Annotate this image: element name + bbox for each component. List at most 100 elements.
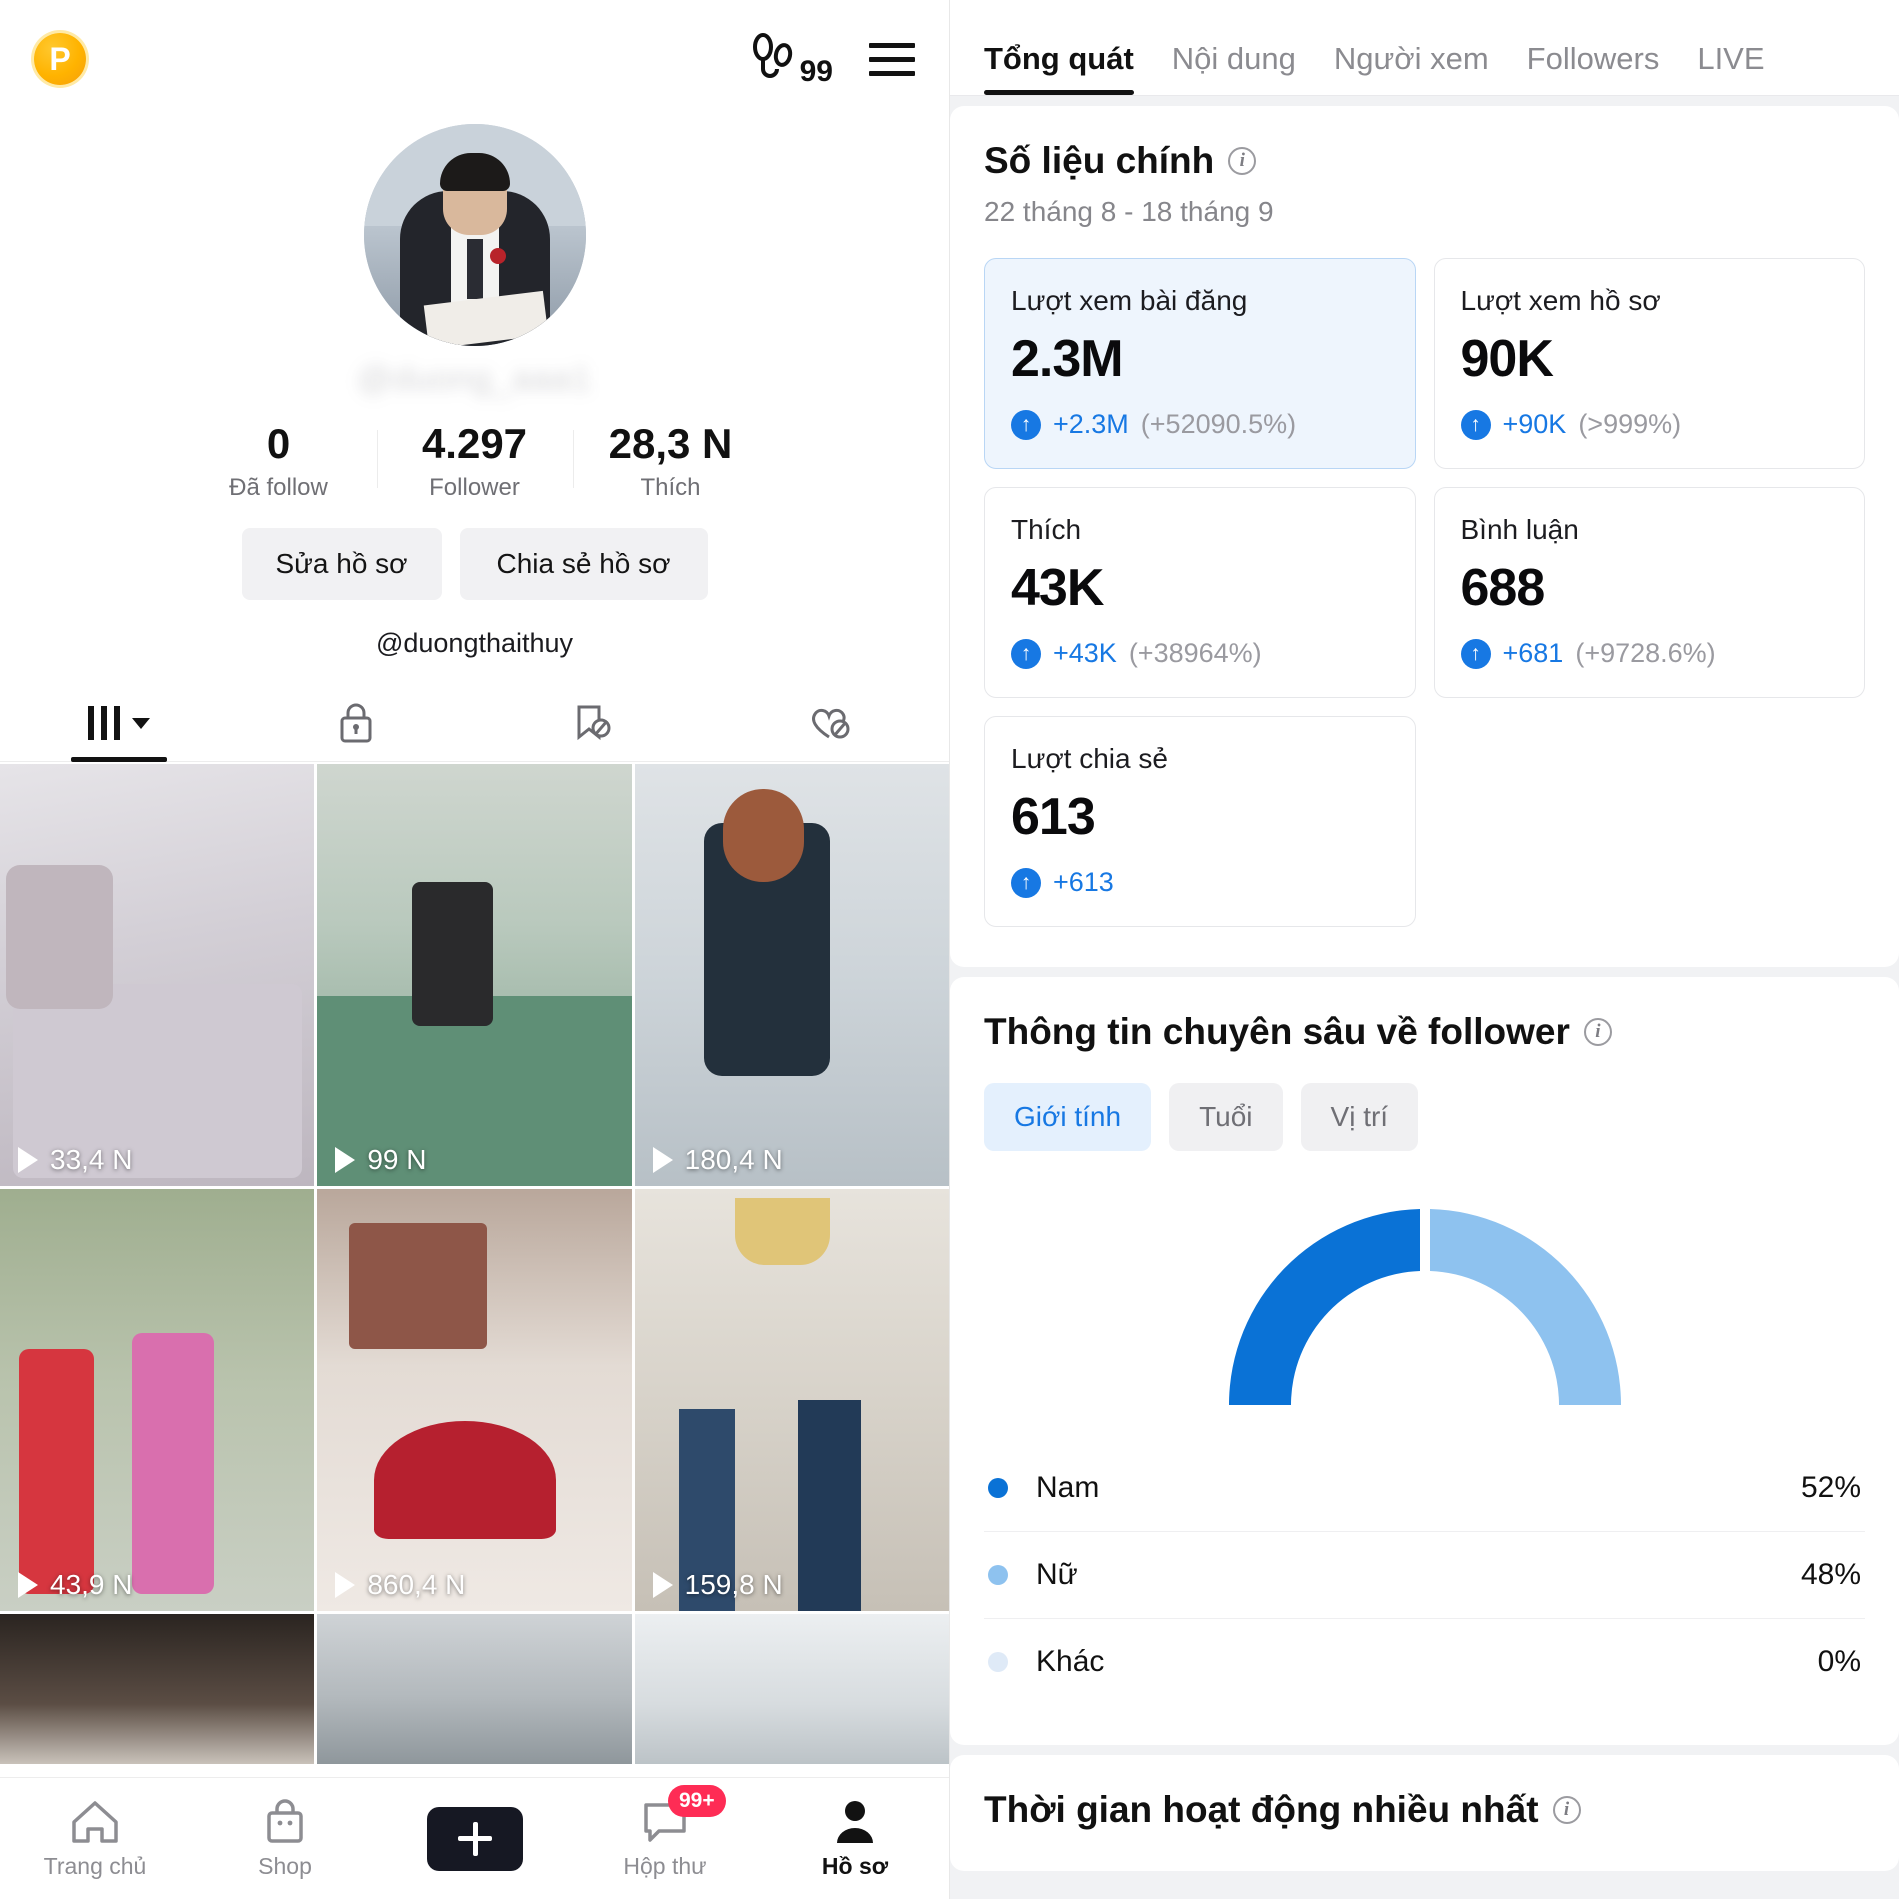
metric-value: 90K [1460, 330, 1554, 388]
video-thumbnail[interactable] [317, 1614, 632, 1765]
bookmark-hidden-icon [577, 705, 611, 741]
pill-tuoi[interactable]: Tuổi [1169, 1083, 1283, 1151]
active-times-title: Thời gian hoạt động nhiều nhất i [984, 1789, 1865, 1831]
nav-inbox[interactable]: 99+ Hộp thư [590, 1785, 740, 1880]
metric-label: Lượt xem hồ sơ [1460, 285, 1661, 316]
stat-following[interactable]: 0 Đã follow [181, 420, 377, 502]
arrow-up-icon: ↑ [1011, 638, 1041, 669]
header-actions: 99 [752, 31, 915, 87]
metric-delta: ↑ +2.3M (+52090.5%) [1011, 409, 1389, 440]
edit-profile-button[interactable]: Sửa hồ sơ [241, 528, 442, 601]
key-metrics-title-text: Số liệu chính [984, 140, 1215, 181]
stat-label: Follower [429, 474, 520, 502]
follower-insights-section: Thông tin chuyên sâu về follower i Giới … [950, 977, 1899, 1745]
tab-saved[interactable] [475, 685, 712, 761]
nav-shop[interactable]: Shop [210, 1797, 360, 1880]
metric-value: 613 [1011, 788, 1096, 846]
legend-label: Nữ [1036, 1558, 1078, 1591]
share-profile-button[interactable]: Chia sẻ hồ sơ [459, 528, 708, 601]
legend-label: Khác [1036, 1645, 1105, 1678]
home-icon [72, 1801, 118, 1843]
follower-insights-title: Thông tin chuyên sâu về follower i [984, 1011, 1865, 1053]
video-thumbnail[interactable] [0, 1614, 315, 1765]
profile-visitors-button[interactable]: 99 [752, 31, 833, 87]
tab-noi-dung[interactable]: Nội dung [1172, 41, 1296, 95]
metric-value: 2.3M [1011, 330, 1124, 388]
pill-vi-tri[interactable]: Vị trí [1300, 1083, 1419, 1151]
shop-bag-icon [267, 1799, 303, 1843]
legend-value: 52% [1800, 1471, 1861, 1504]
info-icon[interactable]: i [1552, 1796, 1581, 1824]
video-thumbnail[interactable]: 860,4 N [317, 1189, 632, 1612]
plus-icon[interactable] [418, 1806, 532, 1871]
legend-value: 0% [1817, 1645, 1861, 1678]
key-metrics-title: Số liệu chính i [984, 140, 1865, 182]
avatar-container[interactable] [0, 124, 949, 346]
metric-card-comments[interactable]: Bình luận 688 ↑ +681 (+9728.6%) [1433, 487, 1865, 698]
legend-row-nam: Nam 52% [984, 1445, 1865, 1532]
tab-private[interactable] [237, 685, 474, 761]
metric-delta: ↑ +90K (>999%) [1460, 409, 1839, 440]
nav-label: Trang chủ [43, 1853, 147, 1879]
stat-value: 0 [266, 420, 291, 467]
menu-icon[interactable] [869, 42, 915, 76]
points-badge-icon[interactable]: P [34, 33, 86, 85]
stat-value: 28,3 N [608, 420, 733, 467]
key-metrics-section: Số liệu chính i 22 tháng 8 - 18 tháng 9 … [950, 106, 1899, 967]
info-icon[interactable]: i [1583, 1018, 1612, 1046]
heart-hidden-icon [812, 709, 850, 739]
video-thumbnail[interactable]: 33,4 N [0, 764, 315, 1187]
stat-likes[interactable]: 28,3 N Thích [572, 420, 769, 502]
pill-gioi-tinh[interactable]: Giới tính [984, 1083, 1152, 1151]
metric-label: Bình luận [1460, 514, 1579, 545]
video-thumbnail[interactable] [634, 1614, 949, 1765]
arrow-up-icon: ↑ [1460, 409, 1491, 440]
metric-delta-value: +613 [1053, 867, 1114, 897]
video-thumbnail[interactable]: 43,9 N [0, 1189, 315, 1612]
avatar [363, 124, 586, 346]
app-screen: P 99 @duong_aaa1 0 Đã follow 4.297 Follo… [0, 0, 1899, 1899]
visitor-count: 99 [799, 55, 833, 88]
metric-card-shares[interactable]: Lượt chia sẻ 613 ↑ +613 [984, 716, 1416, 927]
metric-cards-grid: Lượt xem bài đăng 2.3M ↑ +2.3M (+52090.5… [984, 258, 1865, 927]
nav-label: Shop [258, 1853, 312, 1879]
metric-card-post-views[interactable]: Lượt xem bài đăng 2.3M ↑ +2.3M (+52090.5… [984, 258, 1416, 469]
tab-videos[interactable] [0, 685, 237, 761]
donut-slice-nam [1228, 1209, 1420, 1405]
profile-buttons: Sửa hồ sơ Chia sẻ hồ sơ [0, 528, 949, 601]
metric-delta-value: +43K [1053, 638, 1117, 668]
gender-legend: Nam 52% Nữ 48% Khác 0% [984, 1445, 1865, 1705]
tab-liked[interactable] [712, 685, 949, 761]
metric-delta-value: +90K [1502, 409, 1567, 439]
tab-tong-quat[interactable]: Tổng quát [984, 41, 1134, 95]
chevron-down-icon [131, 717, 150, 729]
metric-card-profile-views[interactable]: Lượt xem hồ sơ 90K ↑ +90K (>999%) [1433, 258, 1865, 469]
nav-profile[interactable]: Hồ sơ [780, 1797, 930, 1880]
profile-header: P 99 [0, 0, 949, 118]
video-thumbnail[interactable]: 180,4 N [634, 764, 949, 1187]
nav-label: Hồ sơ [821, 1853, 889, 1879]
tab-nguoi-xem[interactable]: Người xem [1334, 41, 1489, 95]
gender-half-donut-chart [984, 1199, 1865, 1409]
footprints-icon [752, 33, 792, 78]
metric-delta-percent: (+9728.6%) [1575, 638, 1716, 668]
nav-label: Hộp thư [623, 1853, 707, 1879]
metric-card-likes[interactable]: Thích 43K ↑ +43K (+38964%) [984, 487, 1416, 698]
nav-home[interactable]: Trang chủ [20, 1797, 170, 1880]
video-thumbnail[interactable]: 99 N [317, 764, 632, 1187]
metric-value: 43K [1011, 559, 1104, 617]
metric-delta-percent: (+52090.5%) [1140, 409, 1297, 439]
metric-delta: ↑ +43K (+38964%) [1011, 638, 1389, 669]
info-icon[interactable]: i [1228, 147, 1257, 175]
tiktok-profile-panel: P 99 @duong_aaa1 0 Đã follow 4.297 Follo… [0, 0, 950, 1899]
nav-create[interactable] [400, 1806, 550, 1871]
metric-value: 688 [1460, 559, 1546, 617]
tab-followers[interactable]: Followers [1527, 41, 1660, 95]
video-view-count: 33,4 N [18, 1144, 133, 1176]
stat-followers[interactable]: 4.297 Follower [376, 421, 573, 502]
tab-live[interactable]: LIVE [1697, 41, 1764, 95]
metric-label: Thích [1011, 514, 1082, 545]
video-thumbnail[interactable]: 159,8 N [634, 1189, 949, 1612]
arrow-up-icon: ↑ [1460, 638, 1491, 669]
legend-dot-nam [988, 1478, 1008, 1498]
